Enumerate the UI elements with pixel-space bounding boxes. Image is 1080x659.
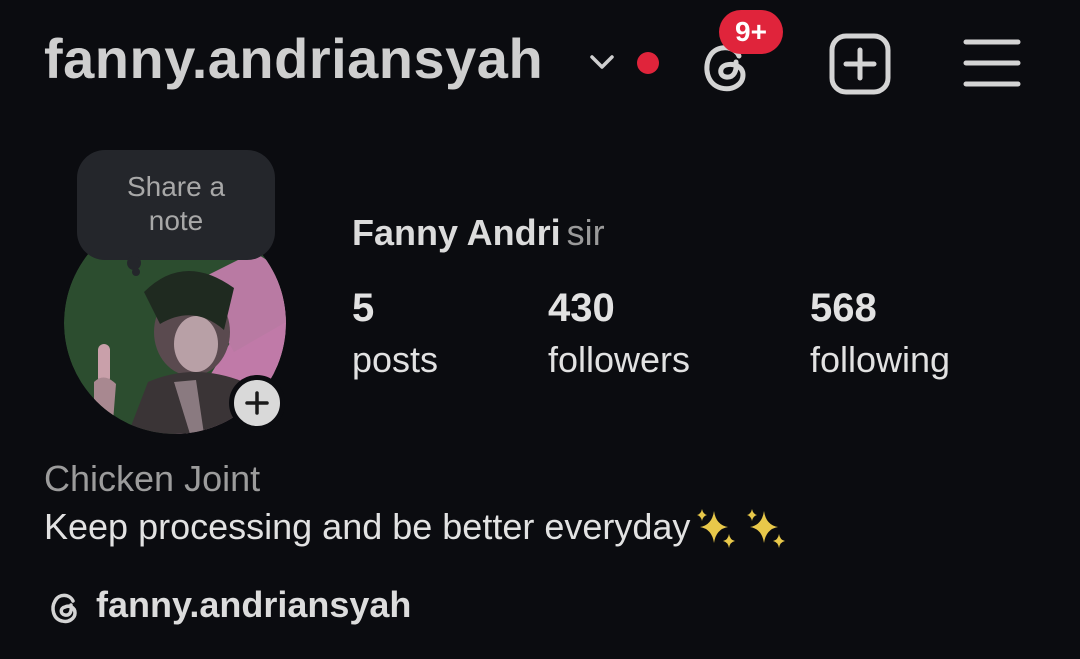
notification-badge[interactable]: 9+ xyxy=(719,10,783,54)
bio-text: Keep processing and be better everyday xyxy=(44,506,691,547)
share-note-text-line1: Share a xyxy=(126,171,226,202)
profile-header: fanny.andriansyah 9+ xyxy=(0,0,1080,130)
share-note-bubble[interactable]: Share a note xyxy=(77,150,275,260)
hamburger-menu-icon[interactable] xyxy=(962,36,1022,90)
following-label: following xyxy=(810,339,951,380)
full-name: Fanny Andri xyxy=(352,212,561,253)
stat-following[interactable]: 568 following xyxy=(810,284,950,384)
profile-bio: Keep processing and be better everyday xyxy=(44,506,790,551)
pronouns: sir xyxy=(566,212,605,253)
add-story-button[interactable] xyxy=(229,375,285,431)
profile-category: Chicken Joint xyxy=(44,458,261,499)
posts-label: posts xyxy=(352,339,439,380)
live-dot-icon xyxy=(637,52,659,74)
username-title[interactable]: fanny.andriansyah xyxy=(44,26,543,91)
stat-followers[interactable]: 430 followers xyxy=(548,284,690,384)
share-note-text-line2: note xyxy=(148,205,204,236)
threads-handle: fanny.andriansyah xyxy=(96,584,412,625)
following-count: 568 xyxy=(810,286,877,330)
display-name: Fanny Andri sir xyxy=(352,212,605,254)
sparkles-icon xyxy=(697,509,786,549)
chevron-down-icon[interactable] xyxy=(588,52,616,72)
stat-posts[interactable]: 5 posts xyxy=(352,284,438,384)
plus-square-icon[interactable] xyxy=(828,32,892,96)
followers-count: 430 xyxy=(548,286,615,330)
note-bubble-tail-dot xyxy=(132,268,140,276)
threads-icon xyxy=(51,593,77,624)
followers-label: followers xyxy=(548,339,691,380)
posts-count: 5 xyxy=(352,286,375,330)
